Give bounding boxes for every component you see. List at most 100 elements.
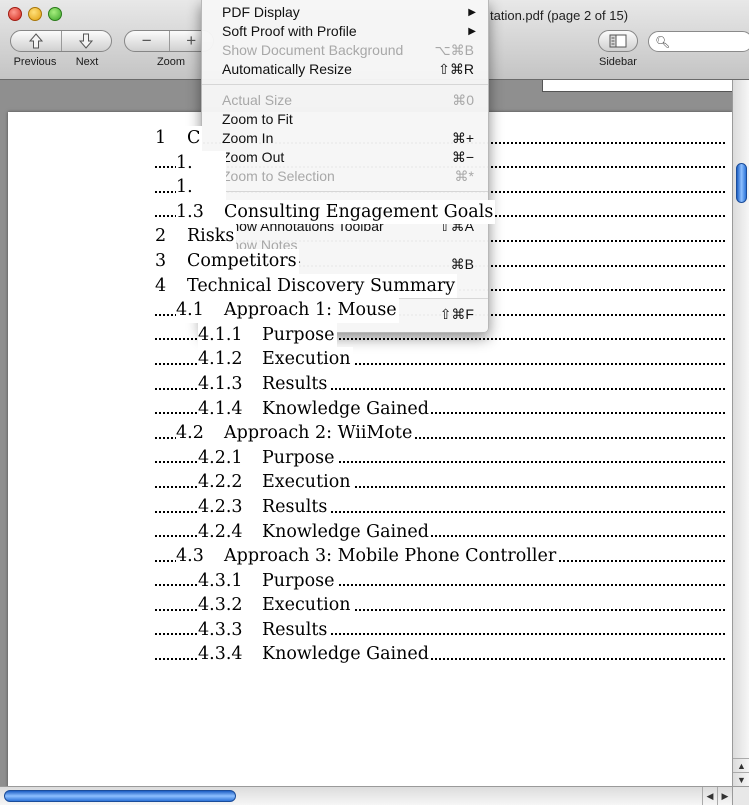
toc-entry-title: Execution — [262, 349, 351, 370]
toc-entry-title: Approach 1: Mouse — [224, 300, 397, 321]
toc-entry-number: 2 — [155, 226, 167, 247]
zoom-window-button[interactable] — [48, 7, 62, 21]
menu-item-label: Show Document Background — [222, 42, 404, 58]
toc-entry-title: Approach 3: Mobile Phone Controller — [224, 546, 557, 567]
menu-item-soft-proof-with-profile[interactable]: Soft Proof with Profile ▶ — [202, 22, 488, 41]
horizontal-scrollbar[interactable]: ◀ ▶ — [0, 786, 732, 805]
window-title: tation.pdf (page 2 of 15) — [490, 8, 629, 23]
toc-entry-number: 1. — [176, 152, 193, 173]
menu-item-zoom-to-selection: Zoom to Selection ⌘* — [202, 167, 488, 186]
scroll-right-arrow[interactable]: ▶ — [717, 787, 732, 805]
toc-entry-title: Competitors — [187, 250, 297, 271]
toc-entry-heading: 1. — [176, 175, 226, 200]
toc-entry[interactable]: 4.2.3 Results — [155, 494, 725, 520]
toc-entry-heading: 4.1.3 Results — [198, 371, 330, 397]
toc-entry-number: 4.1.1 — [198, 324, 243, 345]
toc-entry[interactable]: 4.3.4 Knowledge Gained — [155, 642, 725, 668]
toc-entry-heading: 4.3 Approach 3: Mobile Phone Controller — [176, 544, 559, 569]
toc-entry[interactable]: 4.1.3 Results — [155, 371, 725, 397]
toc-entry-number: 4.2 — [176, 423, 204, 444]
toc-entry-number: 4.2.1 — [198, 447, 243, 468]
toc-entry-number: 4.3.2 — [198, 595, 243, 616]
sidebar-button-face — [599, 31, 637, 51]
toc-entry[interactable]: 1.3 Consulting Engagement Goals — [155, 199, 725, 225]
toc-entry[interactable]: 4.2.1 Purpose — [155, 445, 725, 471]
toc-entry-heading: 4.1 Approach 1: Mouse — [176, 298, 399, 323]
toc-entry-heading: 4.2.3 Results — [198, 494, 330, 520]
toc-entry[interactable]: 4.3.1 Purpose — [155, 568, 725, 594]
menu-separator — [202, 84, 488, 85]
toc-entry[interactable]: 4.1.4 Knowledge Gained — [155, 396, 725, 422]
toc-entry-number: 1. — [176, 177, 193, 198]
search-input[interactable] — [669, 34, 749, 49]
toc-entry-heading: 1. — [176, 150, 226, 176]
toc-entry-title: Results — [262, 373, 328, 394]
menu-separator — [202, 191, 488, 192]
toc-entry-number: 4.2.3 — [198, 496, 243, 517]
toc-entry[interactable]: 4.1.2 Execution — [155, 347, 725, 372]
toc-entry-heading: 4.3.1 Purpose — [198, 568, 337, 594]
zoom-out-button[interactable]: − — [125, 31, 170, 51]
sidebar-button[interactable] — [598, 30, 638, 52]
toc-entry-number: 1.3 — [176, 201, 204, 222]
sidebar-label: Sidebar — [599, 56, 637, 68]
toc-entry[interactable]: 4.2.4 Knowledge Gained — [155, 519, 725, 545]
toc-entry-title: Knowledge Gained — [262, 521, 429, 542]
menu-item-label: Zoom to Fit — [222, 111, 293, 127]
menu-item-label: Zoom to Selection — [222, 168, 335, 184]
toc-entry[interactable]: 4.2 Approach 2: WiiMote — [155, 421, 725, 446]
scroll-down-arrow[interactable]: ▼ — [733, 772, 749, 786]
toc-entry-title: Approach 2: WiiMote — [224, 423, 413, 444]
next-label: Next — [75, 56, 99, 68]
menu-item-label: Actual Size — [222, 92, 293, 108]
scrollbar-corner — [732, 786, 749, 805]
toc-entry-title: Knowledge Gained — [262, 644, 429, 665]
toc-entry-heading: 4.3.2 Execution — [198, 593, 353, 618]
toc-entry-heading: 4 Technical Discovery Summary — [155, 273, 458, 299]
toc-entry-number: 4.2.2 — [198, 472, 243, 493]
toc-entry-title: Technical Discovery Summary — [187, 275, 456, 296]
page-nav-control — [10, 30, 112, 52]
toc-entry-heading: 4.3.4 Knowledge Gained — [198, 642, 431, 668]
previous-page-edge — [542, 80, 742, 92]
menu-item-automatically-resize[interactable]: Automatically Resize ⇧⌘R — [202, 60, 488, 79]
toc-entry[interactable]: 4.3.3 Results — [155, 617, 725, 643]
toc-entry-number: 4.3 — [176, 546, 204, 567]
previous-button[interactable] — [11, 31, 62, 51]
up-arrow-icon — [28, 33, 43, 49]
menu-item-zoom-out[interactable]: Zoom Out ⌘− — [202, 148, 488, 167]
vertical-scroll-thumb[interactable] — [736, 163, 747, 203]
menu-item-shortcut: ⌘+ — [451, 130, 474, 146]
sidebar-icon — [609, 34, 627, 48]
minimize-window-button[interactable] — [28, 7, 42, 21]
menu-item-show-document-background: Show Document Background ⌥⌘B — [202, 41, 488, 60]
submenu-arrow-icon: ▶ — [468, 26, 476, 37]
toc-entry-heading: 3 Competitors — [155, 248, 299, 274]
down-arrow-icon — [79, 33, 94, 49]
toc-entry[interactable]: 4 Technical Discovery Summary — [155, 273, 725, 299]
toc-entry[interactable]: 4.2.2 Execution — [155, 470, 725, 495]
vertical-scrollbar[interactable]: ▲ ▼ — [732, 80, 749, 786]
close-window-button[interactable] — [8, 7, 22, 21]
menu-item-pdf-display[interactable]: PDF Display ▶ — [202, 3, 488, 22]
toc-entry-number: 4.3.1 — [198, 570, 243, 591]
toc-entry[interactable]: 4.3 Approach 3: Mobile Phone Controller — [155, 544, 725, 569]
toc-entry-heading: 4.2.1 Purpose — [198, 445, 337, 471]
toc-entry-title: Execution — [262, 595, 351, 616]
horizontal-scroll-thumb[interactable] — [4, 790, 236, 802]
next-button[interactable] — [62, 31, 112, 51]
menu-item-zoom-to-fit[interactable]: Zoom to Fit — [202, 110, 488, 129]
toc-entry-number: 3 — [155, 250, 167, 271]
scroll-up-arrow[interactable]: ▲ — [733, 758, 749, 772]
toc-entry-number: 4.1.4 — [198, 398, 243, 419]
toc-entry-number: 4.1.3 — [198, 373, 243, 394]
menu-item-zoom-in[interactable]: Zoom In ⌘+ — [202, 129, 488, 148]
zoom-label: Zoom — [156, 56, 186, 68]
toc-entry-heading: 4.1.2 Execution — [198, 347, 353, 372]
toc-entry[interactable]: 4.3.2 Execution — [155, 593, 725, 618]
search-field[interactable]: 🔍︎ — [648, 31, 749, 52]
menu-item-shortcut: ⌘B — [450, 256, 474, 272]
scroll-left-arrow[interactable]: ◀ — [702, 787, 717, 805]
toc-entry-heading: 4.2.4 Knowledge Gained — [198, 519, 431, 545]
toc-entry-title: Purpose — [262, 570, 335, 591]
